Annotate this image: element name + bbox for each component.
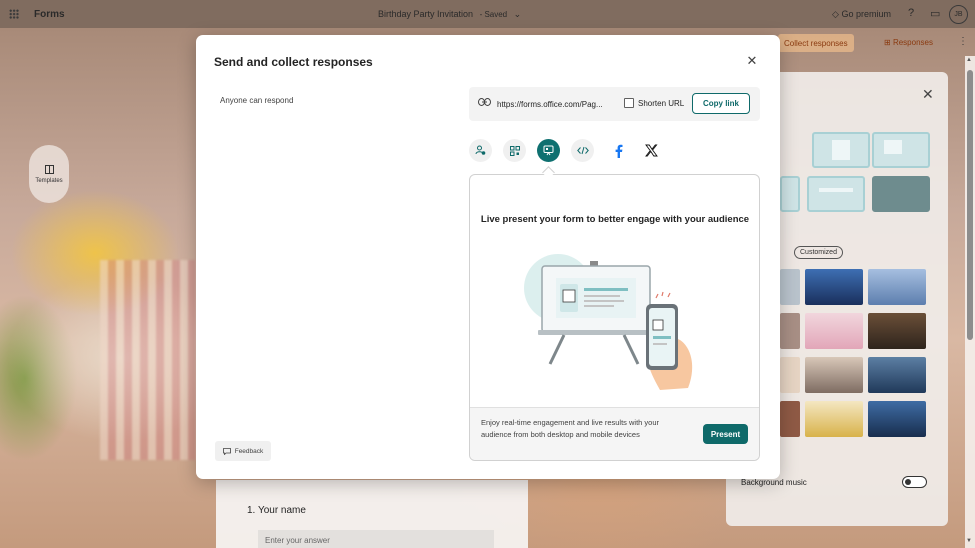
share-option-invite[interactable] <box>469 139 492 162</box>
templates-icon <box>44 164 54 174</box>
shorten-url-label[interactable]: Shorten URL <box>638 99 684 108</box>
present-icon <box>543 145 554 156</box>
theme-thumbnail[interactable] <box>805 269 863 305</box>
document-title[interactable]: Birthday Party Invitation - Saved ⌄ <box>378 9 521 20</box>
tab-customized[interactable]: Customized <box>794 246 843 259</box>
share-option-facebook[interactable] <box>607 139 630 162</box>
scroll-down-icon[interactable]: ▼ <box>966 538 972 544</box>
go-premium-button[interactable]: ◇ Go premium <box>832 9 891 20</box>
help-icon[interactable]: ? <box>908 7 914 19</box>
chevron-down-icon: ⌄ <box>513 9 522 19</box>
go-premium-label: Go premium <box>841 9 891 19</box>
theme-thumbnail[interactable] <box>780 269 800 305</box>
background-gift-box <box>100 260 210 460</box>
share-option-qr[interactable] <box>503 139 526 162</box>
theme-thumbnail[interactable] <box>868 313 926 349</box>
copy-link-button[interactable]: Copy link <box>692 93 750 114</box>
present-illustration <box>524 254 693 390</box>
templates-button[interactable]: Templates <box>29 145 69 203</box>
embed-code-icon <box>576 146 589 155</box>
qr-code-icon <box>509 145 520 156</box>
shorten-url-checkbox[interactable] <box>624 98 634 108</box>
x-twitter-icon <box>645 144 658 157</box>
diamond-icon: ◇ <box>832 9 839 19</box>
share-option-present[interactable] <box>537 139 560 162</box>
more-options-icon[interactable]: ⋮ <box>958 36 968 47</box>
collect-responses-label: Collect responses <box>784 38 848 48</box>
present-heading: Live present your form to better engage … <box>480 214 750 225</box>
layout-option-2[interactable] <box>872 132 930 168</box>
link-icon <box>478 98 491 106</box>
facebook-icon <box>615 144 622 158</box>
responses-label: Responses <box>892 38 933 47</box>
document-title-text: Birthday Party Invitation <box>378 9 474 19</box>
invite-people-icon <box>475 145 486 155</box>
top-bar: Forms Birthday Party Invitation - Saved … <box>0 0 975 28</box>
theme-thumbnail[interactable] <box>868 401 926 437</box>
templates-label: Templates <box>35 177 63 184</box>
app-launcher-icon[interactable] <box>9 9 19 19</box>
layout-option-3[interactable] <box>807 176 865 212</box>
layout-option-4[interactable] <box>872 176 930 212</box>
theme-thumbnail[interactable] <box>868 269 926 305</box>
scrollbar-thumb[interactable] <box>967 70 973 340</box>
app-name[interactable]: Forms <box>34 9 65 20</box>
layout-option-1[interactable] <box>812 132 870 168</box>
dialog-title: Send and collect responses <box>214 55 373 69</box>
present-button[interactable]: Present <box>703 424 748 444</box>
share-option-embed[interactable] <box>571 139 594 162</box>
background-music-label: Background music <box>741 478 807 487</box>
feedback-button[interactable]: Feedback <box>215 441 271 461</box>
present-description: Enjoy real-time engagement and live resu… <box>481 418 660 439</box>
save-status: - Saved <box>479 10 508 19</box>
scroll-up-icon[interactable]: ▲ <box>966 57 972 63</box>
theme-thumbnail[interactable] <box>868 357 926 393</box>
feedback-label: Feedback <box>234 447 264 455</box>
close-icon[interactable]: ✕ <box>745 54 759 68</box>
avatar[interactable]: JB <box>949 5 968 24</box>
theme-thumbnail[interactable] <box>805 401 863 437</box>
background-music-toggle[interactable] <box>902 476 927 488</box>
theme-thumbnail[interactable] <box>780 313 800 349</box>
responses-button[interactable]: ⊞ Responses <box>884 38 933 47</box>
share-option-x[interactable] <box>640 139 663 162</box>
chat-icon <box>222 447 231 455</box>
share-url[interactable]: https://forms.office.com/Pag... <box>497 100 603 109</box>
theme-thumbnail[interactable] <box>805 313 863 349</box>
responses-icon: ⊞ <box>884 38 891 47</box>
answer-input[interactable]: Enter your answer <box>258 530 494 548</box>
theme-thumbnail[interactable] <box>805 357 863 393</box>
theme-panel-close-icon[interactable]: ✕ <box>922 86 934 103</box>
feedback-chat-icon[interactable]: ▭ <box>930 7 940 20</box>
theme-thumbnail[interactable] <box>780 357 800 393</box>
layout-option-partial[interactable] <box>780 176 800 212</box>
question-label: 1. Your name <box>247 505 306 516</box>
theme-thumbnail[interactable] <box>780 401 800 437</box>
audience-dropdown[interactable]: Anyone can respond <box>220 96 293 105</box>
collect-responses-button[interactable]: Collect responses <box>778 34 854 52</box>
